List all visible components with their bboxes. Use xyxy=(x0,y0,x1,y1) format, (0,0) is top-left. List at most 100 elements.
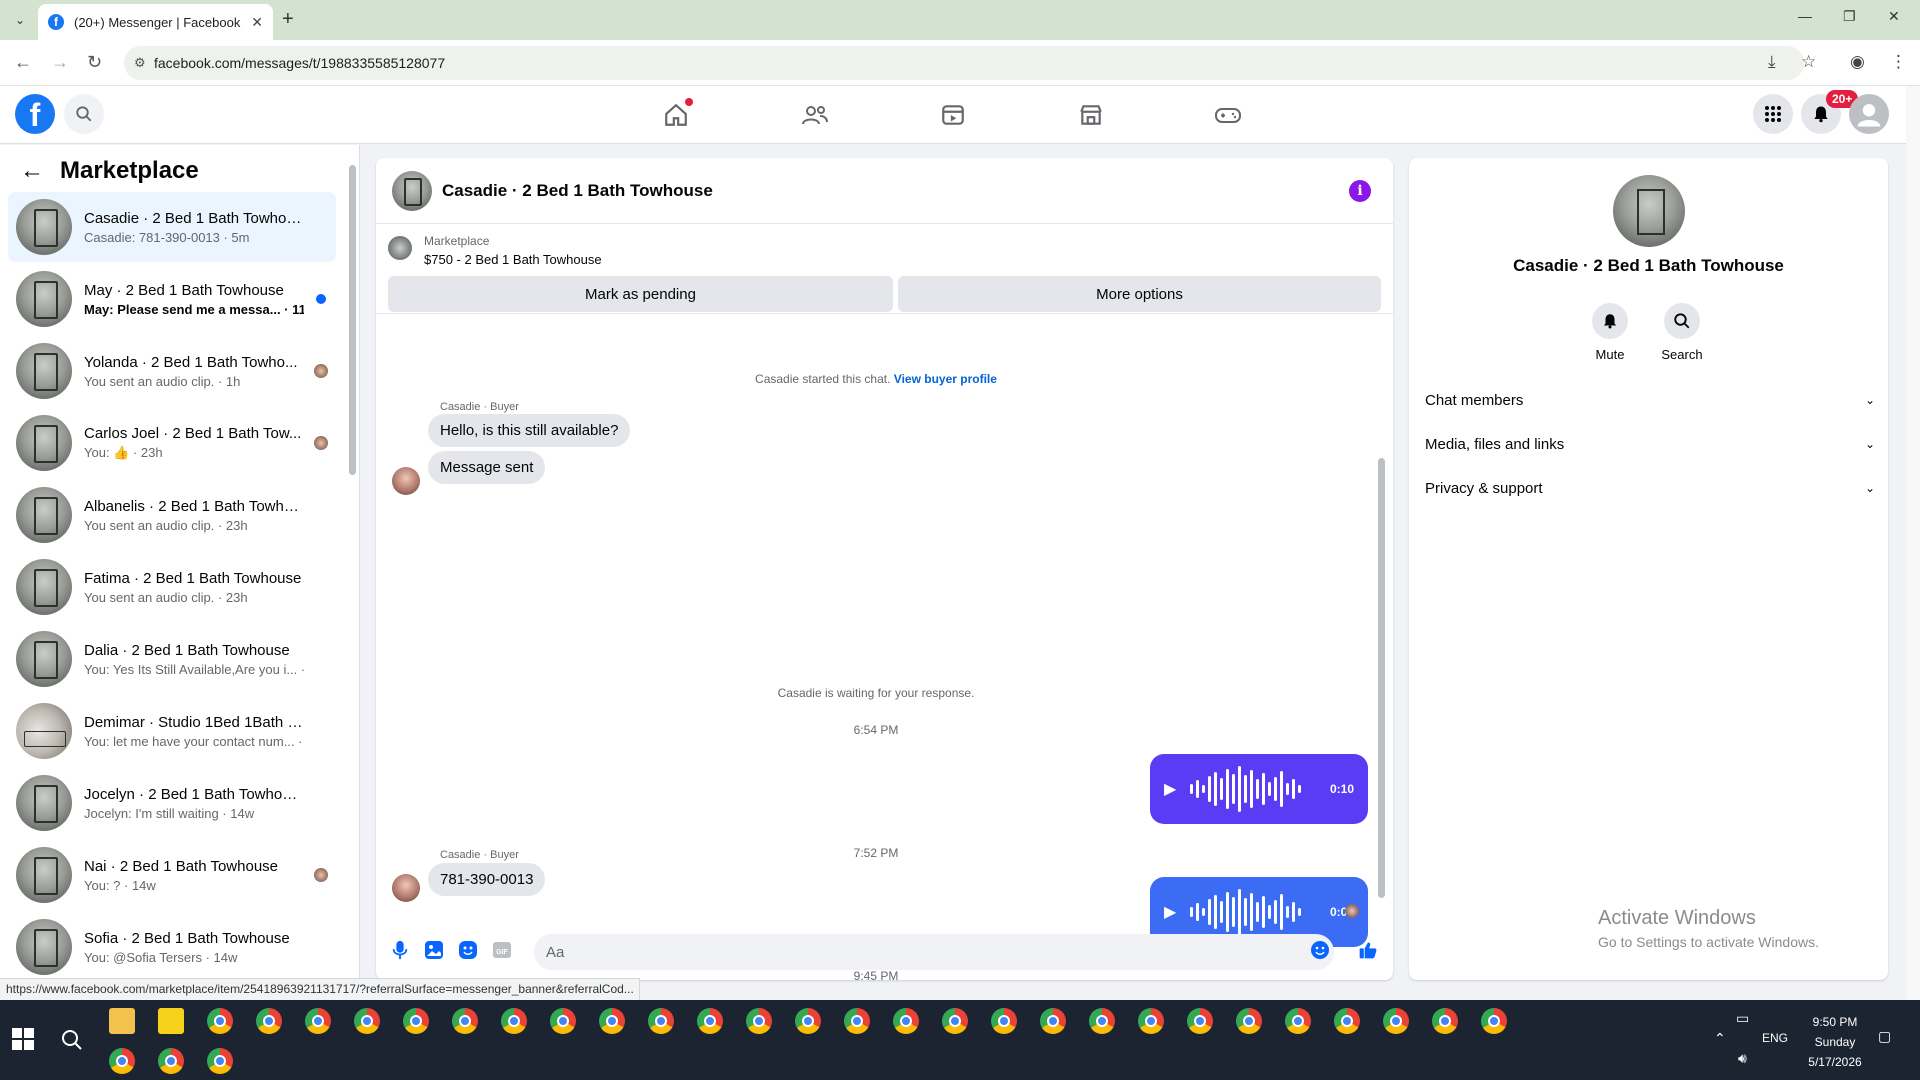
taskbar-chrome-icon[interactable] xyxy=(1040,1008,1066,1034)
taskbar-chrome-icon[interactable] xyxy=(1285,1008,1311,1034)
mute-button[interactable]: Mute xyxy=(1580,303,1640,362)
taskbar-chrome-icon[interactable] xyxy=(207,1048,233,1074)
close-window-button[interactable]: ✕ xyxy=(1888,8,1900,25)
conversation-item[interactable]: May · 2 Bed 1 Bath Towhouse May: Please s… xyxy=(8,264,336,334)
gif-icon[interactable]: GIF xyxy=(492,940,512,960)
view-buyer-profile-link[interactable]: View buyer profile xyxy=(894,372,997,386)
facebook-search-button[interactable] xyxy=(64,94,104,134)
photo-icon[interactable] xyxy=(424,940,444,960)
emoji-icon[interactable] xyxy=(1310,940,1330,960)
buyer-avatar[interactable] xyxy=(392,467,420,495)
microphone-icon[interactable] xyxy=(390,940,410,960)
info-icon[interactable]: i xyxy=(1349,180,1371,202)
menu-button[interactable] xyxy=(1753,94,1793,134)
privacy-support-row[interactable]: Privacy & support ⌄ xyxy=(1425,468,1875,508)
reload-button[interactable]: ↻ xyxy=(87,52,102,73)
conversation-item[interactable]: Fatima · 2 Bed 1 Bath Towhouse You sent a… xyxy=(8,552,336,622)
sticker-icon[interactable] xyxy=(458,940,478,960)
back-button[interactable]: ← xyxy=(14,52,32,73)
conversation-item[interactable]: Albanelis · 2 Bed 1 Bath Towhouse You sen… xyxy=(8,480,336,550)
taskbar-chrome-icon[interactable] xyxy=(1089,1008,1115,1034)
search-in-chat-button[interactable]: Search xyxy=(1652,303,1712,362)
taskbar-chrome-icon[interactable] xyxy=(207,1008,233,1034)
menu-kebab-icon[interactable]: ⋮ xyxy=(1890,52,1907,72)
taskbar-chrome-icon[interactable] xyxy=(991,1008,1017,1034)
site-info-icon[interactable]: ⚙ xyxy=(134,55,146,71)
language-indicator[interactable]: ENG xyxy=(1762,1031,1788,1045)
page-scrollbar[interactable] xyxy=(1906,86,1920,1000)
back-arrow-icon[interactable]: ← xyxy=(20,157,44,185)
chat-avatar[interactable] xyxy=(392,170,432,211)
taskbar-chrome-icon[interactable] xyxy=(795,1008,821,1034)
friends-nav[interactable] xyxy=(800,100,830,130)
taskbar-chrome-icon[interactable] xyxy=(1187,1008,1213,1034)
restore-button[interactable]: ❐ xyxy=(1843,8,1856,25)
sticky-notes-icon[interactable] xyxy=(158,1008,184,1034)
contact-avatar[interactable] xyxy=(1613,175,1685,247)
marketplace-nav[interactable] xyxy=(1076,100,1106,130)
buyer-avatar[interactable] xyxy=(392,874,420,902)
taskbar-chrome-icon[interactable] xyxy=(893,1008,919,1034)
taskbar-chrome-icon[interactable] xyxy=(550,1008,576,1034)
more-options-button[interactable]: More options xyxy=(898,276,1381,312)
conversation-item[interactable]: Carlos Joel · 2 Bed 1 Bath Tow... You: 👍 … xyxy=(8,408,336,478)
conversation-item[interactable]: Yolanda · 2 Bed 1 Bath Towho... You sent … xyxy=(8,336,336,406)
taskbar-search-icon[interactable] xyxy=(60,1028,84,1057)
taskbar-chrome-icon[interactable] xyxy=(599,1008,625,1034)
account-avatar[interactable] xyxy=(1849,94,1889,134)
conversation-list-scrollbar[interactable] xyxy=(349,165,356,475)
install-app-icon[interactable]: ⤓ xyxy=(1768,52,1776,72)
conversation-item[interactable]: Jocelyn · 2 Bed 1 Bath Towhouse Jocelyn: … xyxy=(8,768,336,838)
minimize-button[interactable]: — xyxy=(1798,8,1812,24)
taskbar-chrome-icon[interactable] xyxy=(109,1048,135,1074)
taskbar-clock[interactable]: 9:50 PM Sunday 5/17/2026 xyxy=(1800,1012,1870,1072)
play-icon[interactable]: ▶ xyxy=(1164,902,1176,922)
browser-tab[interactable]: f (20+) Messenger | Facebook ✕ xyxy=(38,4,273,40)
gaming-nav[interactable] xyxy=(1213,100,1243,130)
taskbar-chrome-icon[interactable] xyxy=(1138,1008,1164,1034)
media-files-links-row[interactable]: Media, files and links ⌄ xyxy=(1425,424,1875,464)
taskbar-chrome-icon[interactable] xyxy=(158,1048,184,1074)
tray-chevron-icon[interactable]: ⌃ xyxy=(1714,1030,1726,1047)
taskbar-chrome-icon[interactable] xyxy=(1481,1008,1507,1034)
new-tab-button[interactable]: + xyxy=(282,8,294,31)
chat-title[interactable]: Casadie · 2 Bed 1 Bath Towhouse xyxy=(442,181,713,201)
video-nav[interactable] xyxy=(938,100,968,130)
incoming-message[interactable]: 781-390-0013 xyxy=(428,863,546,896)
mark-as-pending-button[interactable]: Mark as pending xyxy=(388,276,893,312)
conversation-item[interactable]: Nai · 2 Bed 1 Bath Towhouse You: ? · 14w xyxy=(8,840,336,910)
taskbar-chrome-icon[interactable] xyxy=(305,1008,331,1034)
home-nav[interactable] xyxy=(661,98,693,130)
taskbar-chrome-icon[interactable] xyxy=(1236,1008,1262,1034)
incoming-message[interactable]: Hello, is this still available? xyxy=(428,414,631,447)
taskbar-chrome-icon[interactable] xyxy=(1432,1008,1458,1034)
taskbar-chrome-icon[interactable] xyxy=(452,1008,478,1034)
taskbar-chrome-icon[interactable] xyxy=(1334,1008,1360,1034)
incoming-message[interactable]: Message sent xyxy=(428,451,546,484)
taskbar-chrome-icon[interactable] xyxy=(844,1008,870,1034)
marketplace-banner[interactable]: Marketplace $750 - 2 Bed 1 Bath Towhouse… xyxy=(376,224,1393,314)
network-icon[interactable]: ▭ xyxy=(1736,1010,1749,1027)
file-explorer-icon[interactable] xyxy=(109,1008,135,1034)
taskbar-chrome-icon[interactable] xyxy=(697,1008,723,1034)
taskbar-chrome-icon[interactable] xyxy=(354,1008,380,1034)
taskbar-chrome-icon[interactable] xyxy=(256,1008,282,1034)
conversation-item[interactable]: Sofia · 2 Bed 1 Bath Towhouse You: @Sofia… xyxy=(8,912,336,982)
profile-icon[interactable]: ◉ xyxy=(1850,52,1865,72)
conversation-item[interactable]: Dalia · 2 Bed 1 Bath Towhouse You: Yes It… xyxy=(8,624,336,694)
taskbar-chrome-icon[interactable] xyxy=(501,1008,527,1034)
action-center-icon[interactable]: ▢ xyxy=(1878,1028,1891,1045)
message-input[interactable] xyxy=(534,934,1334,970)
taskbar-chrome-icon[interactable] xyxy=(1383,1008,1409,1034)
windows-start-icon[interactable] xyxy=(12,1028,34,1050)
play-icon[interactable]: ▶ xyxy=(1164,779,1176,799)
taskbar-chrome-icon[interactable] xyxy=(403,1008,429,1034)
audio-message[interactable]: ▶ 0:10 xyxy=(1150,754,1368,824)
tab-search-button[interactable]: ⌄ xyxy=(8,10,32,30)
url-field[interactable]: ⚙ facebook.com/messages/t/19883355851280… xyxy=(124,46,1804,80)
volume-icon[interactable]: 🔊︎ xyxy=(1738,1050,1747,1067)
facebook-logo[interactable]: f xyxy=(15,94,55,134)
chat-members-row[interactable]: Chat members ⌄ xyxy=(1425,380,1875,420)
forward-button[interactable]: → xyxy=(51,52,69,73)
tab-close-icon[interactable]: ✕ xyxy=(251,14,263,31)
